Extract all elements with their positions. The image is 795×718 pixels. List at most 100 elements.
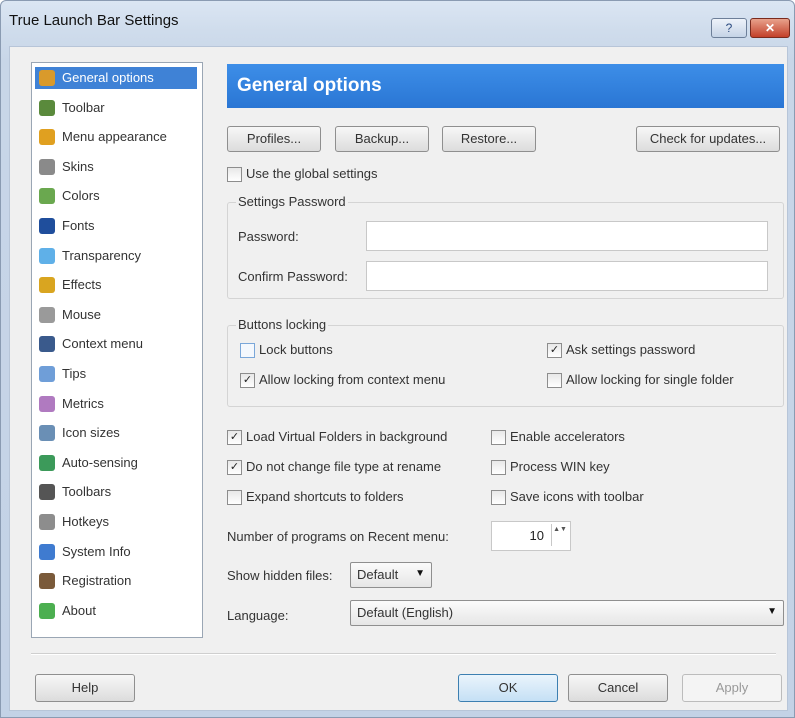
password-field[interactable] <box>366 221 768 251</box>
sidebar-item-skins[interactable]: Skins <box>35 156 197 178</box>
palette-icon <box>39 188 55 205</box>
sidebar: General options Toolbar Menu appearance Ski… <box>31 62 203 638</box>
checkbox-box[interactable]: ✓ <box>227 430 242 445</box>
menu-icon <box>39 129 55 146</box>
apply-button[interactable]: Apply <box>682 674 782 702</box>
hotkeys-icon <box>39 514 55 530</box>
process-win-key-checkbox[interactable]: Process WIN key <box>491 459 691 477</box>
save-icons-checkbox[interactable]: Save icons with toolbar <box>491 489 691 507</box>
spin-arrows-icon[interactable]: ▲▼ <box>551 524 568 546</box>
sidebar-item-label: General options <box>62 70 154 85</box>
use-global-checkbox[interactable]: Use the global settings <box>227 166 427 184</box>
tip-bubble-icon <box>39 366 55 382</box>
password-label: Password: <box>238 229 299 244</box>
sidebar-item-tips[interactable]: Tips <box>35 363 197 385</box>
sidebar-item-label: Mouse <box>62 306 102 322</box>
settings-window: True Launch Bar Settings ? ✕ General opt… <box>0 0 795 718</box>
sidebar-item-metrics[interactable]: Metrics <box>35 393 197 415</box>
client-area: General options Toolbar Menu appearance Ski… <box>9 46 788 711</box>
restore-button[interactable]: Restore... <box>442 126 536 152</box>
font-icon <box>39 218 55 234</box>
window-title: True Launch Bar Settings <box>9 12 179 29</box>
language-select[interactable]: Default (English) ▼ <box>350 600 784 626</box>
sidebar-item-icon-sizes[interactable]: Icon sizes <box>35 422 197 444</box>
sidebar-item-label: Transparency <box>62 247 141 263</box>
allow-locking-context-checkbox[interactable]: ✓ Allow locking from context menu <box>240 372 500 390</box>
expand-shortcuts-checkbox[interactable]: Expand shortcuts to folders <box>227 489 487 507</box>
sidebar-item-label: Fonts <box>62 218 95 233</box>
footer-divider <box>31 653 776 655</box>
icon-sizes-icon <box>39 425 55 442</box>
profiles-button[interactable]: Profiles... <box>227 126 321 152</box>
confirm-password-field[interactable] <box>366 261 768 291</box>
sidebar-item-effects[interactable]: Effects <box>35 274 197 296</box>
allow-locking-single-checkbox[interactable]: Allow locking for single folder <box>547 372 767 390</box>
recent-count-value: 10 <box>529 528 544 543</box>
sidebar-item-fonts[interactable]: Fonts <box>35 215 197 237</box>
wand-icon <box>39 277 55 294</box>
checkbox-box[interactable]: ✓ <box>240 373 255 388</box>
recent-menu-label: Number of programs on Recent menu: <box>227 529 449 544</box>
title-bar: True Launch Bar Settings ? ✕ <box>1 1 794 41</box>
sidebar-item-colors[interactable]: Colors <box>35 185 197 207</box>
metrics-icon <box>39 395 55 412</box>
sidebar-item-menu-appearance[interactable]: Menu appearance <box>35 126 197 148</box>
sidebar-item-context-menu[interactable]: Context menu <box>35 333 197 355</box>
lock-buttons-checkbox[interactable]: Lock buttons <box>240 342 440 360</box>
help-button[interactable]: Help <box>35 674 135 702</box>
sidebar-item-general-options[interactable]: General options <box>35 67 197 89</box>
sidebar-item-label: System Info <box>62 543 131 559</box>
sidebar-item-auto-sensing[interactable]: Auto-sensing <box>35 452 197 474</box>
load-virtual-folders-checkbox[interactable]: ✓ Load Virtual Folders in background <box>227 429 487 447</box>
sidebar-item-label: Auto-sensing <box>62 454 138 470</box>
sidebar-item-registration[interactable]: Registration <box>35 570 197 592</box>
help-title-button[interactable]: ? <box>711 18 747 38</box>
checkbox-box[interactable] <box>240 343 255 358</box>
cancel-button[interactable]: Cancel <box>568 674 668 702</box>
recent-count-stepper[interactable]: 10 ▲▼ <box>491 521 571 551</box>
sidebar-item-system-info[interactable]: System Info <box>35 541 197 563</box>
sidebar-item-label: Colors <box>62 188 100 204</box>
mouse-icon <box>39 306 55 323</box>
checkbox-box[interactable] <box>547 373 562 388</box>
ask-password-checkbox[interactable]: ✓ Ask settings password <box>547 342 747 360</box>
no-change-file-type-checkbox[interactable]: ✓ Do not change file type at rename <box>227 459 487 477</box>
sidebar-item-label: Effects <box>62 277 102 293</box>
checkbox-box[interactable]: ✓ <box>547 343 562 358</box>
backup-button[interactable]: Backup... <box>335 126 429 152</box>
sidebar-item-hotkeys[interactable]: Hotkeys <box>35 511 197 533</box>
sidebar-item-label: Context menu <box>62 336 143 352</box>
checkbox-box[interactable] <box>491 430 506 445</box>
sidebar-item-label: Icon sizes <box>62 425 120 441</box>
close-button[interactable]: ✕ <box>750 18 790 38</box>
sidebar-item-about[interactable]: About <box>35 600 197 622</box>
checkbox-box[interactable]: ✓ <box>227 460 242 475</box>
checkbox-box[interactable] <box>227 167 242 182</box>
sidebar-item-label: Toolbar <box>62 99 105 115</box>
checkbox-box[interactable] <box>491 490 506 505</box>
auto-sensing-icon <box>39 454 55 471</box>
enable-accelerators-checkbox[interactable]: Enable accelerators <box>491 429 691 447</box>
section-header: General options <box>227 64 784 108</box>
wrench-icon <box>39 70 55 86</box>
checkbox-box[interactable] <box>491 460 506 475</box>
language-label: Language: <box>227 608 289 623</box>
sidebar-item-label: Hotkeys <box>62 514 109 529</box>
context-menu-icon <box>39 336 55 353</box>
password-group-title: Settings Password <box>236 194 348 209</box>
sidebar-item-mouse[interactable]: Mouse <box>35 304 197 326</box>
sidebar-item-toolbars[interactable]: Toolbars <box>35 481 197 503</box>
hidden-files-label: Show hidden files: <box>227 568 333 583</box>
sidebar-item-label: Skins <box>62 158 94 174</box>
ok-button[interactable]: OK <box>458 674 558 702</box>
sidebar-item-label: Tips <box>62 366 87 381</box>
confirm-password-label: Confirm Password: <box>238 269 348 284</box>
checkbox-box[interactable] <box>227 490 242 505</box>
sidebar-item-toolbar[interactable]: Toolbar <box>35 97 197 119</box>
hidden-files-select[interactable]: Default ▼ <box>350 562 432 588</box>
sidebar-item-transparency[interactable]: Transparency <box>35 245 197 267</box>
sidebar-item-label: Toolbars <box>62 484 112 500</box>
check-updates-button[interactable]: Check for updates... <box>636 126 780 152</box>
about-icon <box>39 602 55 619</box>
dropdown-arrow-icon: ▼ <box>767 606 777 617</box>
